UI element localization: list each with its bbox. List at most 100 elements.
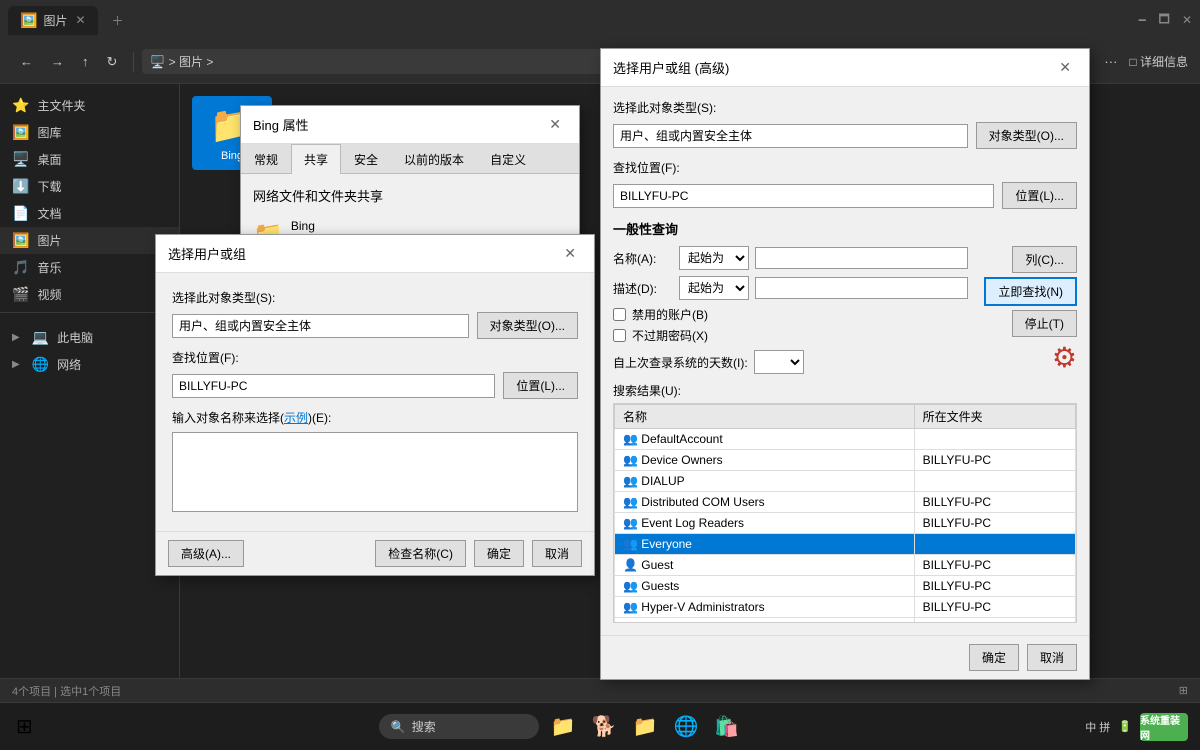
sidebar-item-network[interactable]: ▶ 🌐 网络 bbox=[0, 351, 179, 378]
detail-btn[interactable]: □ 详细信息 bbox=[1129, 53, 1188, 70]
sidebar-item-documents[interactable]: 📄 文档 bbox=[0, 200, 179, 227]
adv-results-label: 搜索结果(U): bbox=[613, 382, 1077, 399]
simple-object-type-row: 对象类型(O)... bbox=[172, 312, 578, 339]
nav-forward-btn[interactable]: → bbox=[43, 50, 72, 74]
title-bar: 🖼️ 图片 ✕ ＋ 🗕 🗖 ✕ bbox=[0, 0, 1200, 40]
sidebar-item-thispc[interactable]: ▶ 💻 此电脑 bbox=[0, 324, 179, 351]
simple-object-type-btn[interactable]: 对象类型(O)... bbox=[477, 312, 578, 339]
sidebar-item-desktop[interactable]: 🖥️ 桌面 bbox=[0, 146, 179, 173]
folder-tab-icon: 🖼️ bbox=[20, 12, 37, 29]
window-maximize-icon[interactable]: 🗖 bbox=[1159, 10, 1170, 31]
taskbar-app2-icon[interactable]: 📁 bbox=[629, 710, 662, 743]
result-icon: 👥 bbox=[623, 621, 638, 623]
tab-close-btn[interactable]: ✕ bbox=[75, 13, 85, 27]
simple-location-input bbox=[172, 374, 495, 398]
window-minimize-icon[interactable]: 🗕 bbox=[1138, 10, 1147, 31]
advanced-dialog-close-btn[interactable]: ✕ bbox=[1053, 57, 1077, 78]
table-row[interactable]: 👥 Device Owners BILLYFU-PC bbox=[615, 450, 1076, 471]
simple-cancel-btn[interactable]: 取消 bbox=[532, 540, 582, 567]
adv-days-label: 自上次查录系统的天数(I): bbox=[613, 354, 748, 371]
example-link[interactable]: 示例 bbox=[284, 411, 308, 425]
adv-location-input bbox=[613, 184, 994, 208]
nav-back-btn[interactable]: ← bbox=[12, 50, 41, 74]
taskbar-search[interactable]: 🔍 搜索 bbox=[379, 714, 539, 739]
sidebar-item-home[interactable]: ⭐ 主文件夹 bbox=[0, 92, 179, 119]
adv-obj-type-btn[interactable]: 对象类型(O)... bbox=[976, 122, 1077, 149]
adv-results-container[interactable]: 名称 所在文件夹 👥 DefaultAccount 👥 Device Owner… bbox=[613, 403, 1077, 623]
sidebar-label-music: 音乐 bbox=[37, 259, 61, 276]
taskbar-systray[interactable]: 🔋 bbox=[1118, 720, 1132, 733]
adv-days-select[interactable] bbox=[754, 350, 804, 374]
table-row[interactable]: 👥 DIALUP bbox=[615, 471, 1076, 492]
sidebar-item-gallery[interactable]: 🖼️ 图库 bbox=[0, 119, 179, 146]
simple-location-btn[interactable]: 位置(L)... bbox=[503, 372, 578, 399]
address-bar[interactable]: 🖥️ > 图片 > bbox=[142, 49, 671, 74]
tab-prev-versions[interactable]: 以前的版本 bbox=[391, 144, 477, 174]
adv-desc-condition[interactable]: 起始为 bbox=[679, 276, 749, 300]
table-row[interactable]: 👥 DefaultAccount bbox=[615, 429, 1076, 450]
adv-name-condition[interactable]: 起始为 bbox=[679, 246, 749, 270]
adv-ok-btn[interactable]: 确定 bbox=[969, 644, 1019, 671]
table-row[interactable]: 👥 IIS_IUSRS BILLYFU-PC bbox=[615, 618, 1076, 624]
sidebar-label-pictures: 图片 bbox=[37, 232, 61, 249]
sidebar-item-videos[interactable]: 🎬 视频 bbox=[0, 281, 179, 308]
view-toggle[interactable]: ⊞ bbox=[1179, 684, 1188, 697]
sidebar-item-downloads[interactable]: ⬇️ 下载 bbox=[0, 173, 179, 200]
table-row[interactable]: 👥 Hyper-V Administrators BILLYFU-PC bbox=[615, 597, 1076, 618]
adv-noexpiry-checkbox[interactable] bbox=[613, 329, 626, 342]
adv-cancel-btn[interactable]: 取消 bbox=[1027, 644, 1077, 671]
bing-props-titlebar: Bing 属性 ✕ bbox=[241, 106, 579, 144]
adv-desc-value[interactable] bbox=[755, 277, 968, 299]
adv-search-btn[interactable]: 立即查找(N) bbox=[984, 277, 1077, 306]
tab-custom[interactable]: 自定义 bbox=[477, 144, 539, 174]
adv-columns-btn[interactable]: 列(C)... bbox=[1012, 246, 1077, 273]
adv-name-label: 名称(A): bbox=[613, 250, 673, 267]
table-row[interactable]: 👥 Everyone bbox=[615, 534, 1076, 555]
table-row[interactable]: 👥 Guests BILLYFU-PC bbox=[615, 576, 1076, 597]
taskbar-app1-icon[interactable]: 🐕 bbox=[588, 710, 621, 743]
simple-advanced-btn[interactable]: 高级(A)... bbox=[168, 540, 244, 567]
result-name-cell: 👥 Event Log Readers bbox=[615, 513, 915, 534]
window-close-icon[interactable]: ✕ bbox=[1182, 13, 1192, 27]
advanced-dialog-body: 选择此对象类型(S): 对象类型(O)... 查找位置(F): 位置(L)...… bbox=[601, 87, 1089, 635]
start-btn[interactable]: ⊞ bbox=[12, 710, 37, 743]
select-user-advanced-dialog[interactable]: 选择用户或组 (高级) ✕ 选择此对象类型(S): 对象类型(O)... 查找位… bbox=[600, 48, 1090, 680]
result-icon: 👥 bbox=[623, 453, 638, 467]
result-name-cell: 👥 Hyper-V Administrators bbox=[615, 597, 915, 618]
tab-share[interactable]: 共享 bbox=[291, 144, 341, 174]
select-user-simple-dialog[interactable]: 选择用户或组 ✕ 选择此对象类型(S): 对象类型(O)... 查找位置(F):… bbox=[155, 234, 595, 576]
result-icon: 👥 bbox=[623, 474, 638, 488]
simple-check-names-btn[interactable]: 检查名称(C) bbox=[375, 540, 466, 567]
simple-ok-btn[interactable]: 确定 bbox=[474, 540, 524, 567]
taskbar: ⊞ 🔍 搜索 📁 🐕 📁 🌐 🛍️ 中 拼 🔋 系统重装网 bbox=[0, 702, 1200, 750]
bing-props-close-btn[interactable]: ✕ bbox=[543, 114, 567, 135]
result-icon: 👥 bbox=[623, 516, 638, 530]
table-row[interactable]: 👥 Event Log Readers BILLYFU-PC bbox=[615, 513, 1076, 534]
sidebar-item-music[interactable]: 🎵 音乐 bbox=[0, 254, 179, 281]
tab-add-btn[interactable]: ＋ bbox=[106, 6, 130, 35]
simple-dialog-close-btn[interactable]: ✕ bbox=[558, 243, 582, 264]
simple-name-textarea[interactable] bbox=[172, 432, 578, 512]
adv-location-btn[interactable]: 位置(L)... bbox=[1002, 182, 1077, 209]
table-row[interactable]: 👥 Distributed COM Users BILLYFU-PC bbox=[615, 492, 1076, 513]
taskbar-browser-icon[interactable]: 🌐 bbox=[669, 710, 702, 743]
taskbar-explorer-icon[interactable]: 📁 bbox=[547, 710, 580, 743]
active-tab[interactable]: 🖼️ 图片 ✕ bbox=[8, 6, 98, 35]
tab-security[interactable]: 安全 bbox=[341, 144, 391, 174]
result-icon: 👤 bbox=[623, 558, 638, 572]
taskbar-search-icon: 🔍 bbox=[391, 720, 406, 734]
nav-up-btn[interactable]: ↑ bbox=[74, 50, 97, 74]
search-spinner-icon: ⚙ bbox=[1052, 341, 1077, 374]
separator-1 bbox=[133, 52, 134, 72]
more-btn[interactable]: ··· bbox=[1096, 50, 1125, 73]
adv-stop-btn[interactable]: 停止(T) bbox=[1012, 310, 1077, 337]
adv-general-section: 一般性查询 bbox=[613, 219, 1077, 238]
table-row[interactable]: 👤 Guest BILLYFU-PC bbox=[615, 555, 1076, 576]
adv-disabled-checkbox[interactable] bbox=[613, 308, 626, 321]
result-folder-cell: BILLYFU-PC bbox=[914, 492, 1075, 513]
nav-refresh-btn[interactable]: ↻ bbox=[99, 50, 126, 74]
adv-name-value[interactable] bbox=[755, 247, 968, 269]
taskbar-store-icon[interactable]: 🛍️ bbox=[710, 710, 743, 743]
tab-general[interactable]: 常规 bbox=[241, 144, 291, 174]
sidebar-item-pictures[interactable]: 🖼️ 图片 bbox=[0, 227, 179, 254]
